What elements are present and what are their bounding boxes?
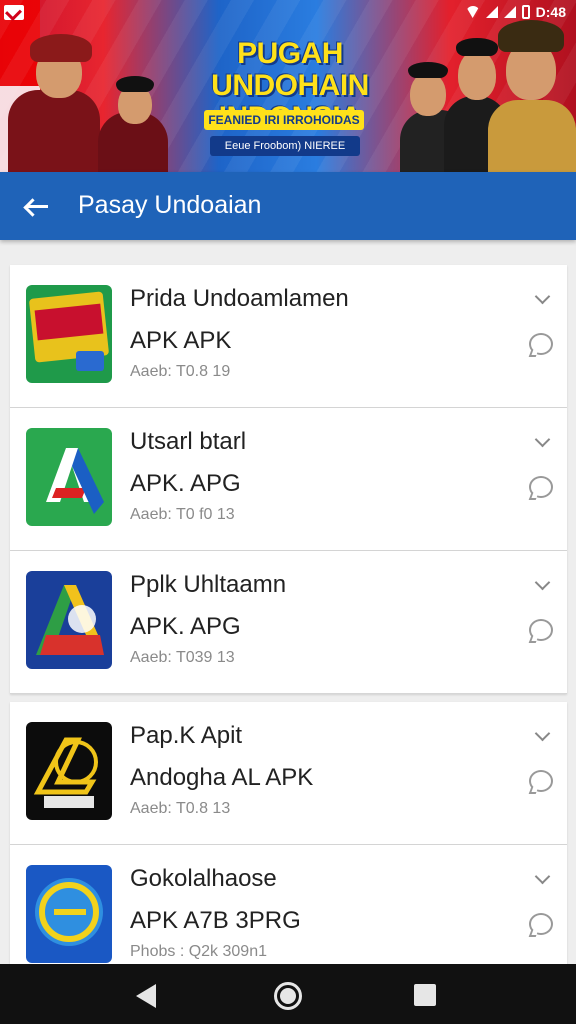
app-icon: [26, 865, 112, 963]
app-icon: [26, 428, 112, 526]
list-item[interactable]: Pap.K Apit Andogha AL APK Aaeb: T0.8 13: [10, 702, 567, 845]
status-time: D:48: [535, 4, 566, 20]
app-name: Gokolalhaose: [130, 865, 277, 892]
chevron-down-icon[interactable]: [535, 577, 549, 591]
wifi-icon: [465, 6, 480, 18]
app-icon: [26, 722, 112, 820]
app-subtitle: APK A7B 3PRG: [130, 907, 301, 934]
chevron-down-icon[interactable]: [535, 728, 549, 742]
app-bar: Pasay Undoaian: [0, 172, 576, 240]
nav-home-icon[interactable]: [274, 982, 302, 1010]
list-item[interactable]: Gokolalhaose APK A7B 3PRG Phobs : Q2k 30…: [10, 845, 567, 970]
app-name: Utsarl btarl: [130, 428, 247, 455]
promo-banner[interactable]: D:48 PUGAH UNDOHAIN INDONSIA FEANIED IRI…: [0, 0, 576, 172]
banner-subtitle: FEANIED IRI IRROHOIDAS: [204, 110, 364, 130]
app-meta: Aaeb: T039 13: [130, 649, 235, 666]
comment-icon[interactable]: [529, 913, 553, 935]
system-nav-bar: [0, 964, 576, 1024]
nav-recents-icon[interactable]: [414, 984, 436, 1006]
app-icon: [26, 285, 112, 383]
chevron-down-icon[interactable]: [535, 434, 549, 448]
banner-caption: Eeue Froobom) NIEREE: [210, 136, 360, 156]
list-item[interactable]: Pplk Uhltaamn APK. APG Aaeb: T039 13: [10, 551, 567, 694]
mail-icon: [4, 5, 24, 20]
chevron-down-icon[interactable]: [535, 291, 549, 305]
signal-2-icon: [503, 6, 516, 18]
battery-icon: [521, 5, 530, 19]
app-subtitle: APK. APG: [130, 470, 241, 497]
chevron-down-icon[interactable]: [535, 871, 549, 885]
nav-back-icon[interactable]: [136, 984, 156, 1008]
app-subtitle: APK. APG: [130, 613, 241, 640]
app-meta: Aaeb: T0.8 19: [130, 363, 231, 380]
app-name: Pplk Uhltaamn: [130, 571, 287, 598]
list-item[interactable]: Prida Undoamlamen APK APK Aaeb: T0.8 19: [10, 265, 567, 408]
app-icon: [26, 571, 112, 669]
comment-icon[interactable]: [529, 619, 553, 641]
list-item[interactable]: Utsarl btarl APK. APG Aaeb: T0 f0 13: [10, 408, 567, 551]
app-meta: Aaeb: T0.8 13: [130, 800, 231, 817]
app-meta: Phobs : Q2k 309n1: [130, 943, 267, 960]
comment-icon[interactable]: [529, 770, 553, 792]
page-title: Pasay Undoaian: [78, 191, 262, 219]
app-list: Prida Undoamlamen APK APK Aaeb: T0.8 19 …: [10, 265, 567, 970]
signal-icon: [485, 6, 498, 18]
app-subtitle: APK APK: [130, 327, 232, 354]
app-name: Pap.K Apit: [130, 722, 243, 749]
back-arrow-icon[interactable]: [22, 192, 52, 220]
app-meta: Aaeb: T0 f0 13: [130, 506, 235, 523]
app-name: Prida Undoamlamen: [130, 285, 349, 312]
status-bar: D:48: [0, 2, 576, 24]
app-subtitle: Andogha AL APK: [130, 764, 314, 791]
comment-icon[interactable]: [529, 333, 553, 355]
comment-icon[interactable]: [529, 476, 553, 498]
